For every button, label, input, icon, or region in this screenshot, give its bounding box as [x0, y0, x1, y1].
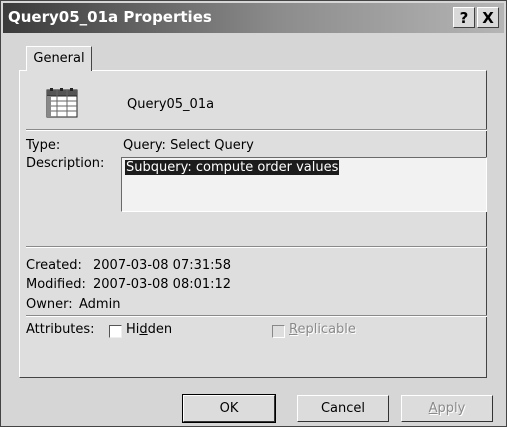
description-field[interactable]: Subquery: compute order values: [121, 157, 487, 212]
query-datasheet-icon: [45, 88, 83, 119]
separator: [26, 315, 487, 317]
apply-button[interactable]: Apply: [401, 395, 493, 422]
properties-dialog: Query05_01a Properties ? X General Query…: [0, 0, 507, 427]
owner-label: Owner:: [26, 297, 73, 312]
modified-label: Modified:: [26, 277, 86, 292]
tab-general[interactable]: General: [26, 46, 92, 71]
object-name: Query05_01a: [127, 97, 215, 112]
dialog-title: Query05_01a Properties: [8, 8, 212, 26]
hidden-label[interactable]: Hidden: [126, 322, 172, 337]
description-text: Subquery: compute order values: [125, 160, 340, 175]
description-label: Description:: [26, 156, 105, 171]
modified-value: 2007-03-08 08:01:12: [93, 277, 232, 292]
title-bar[interactable]: Query05_01a Properties ? X: [3, 3, 504, 33]
ok-button[interactable]: OK: [182, 394, 276, 423]
separator: [26, 129, 487, 131]
help-button[interactable]: ?: [453, 7, 475, 28]
cancel-button[interactable]: Cancel: [297, 395, 389, 422]
replicable-label: Replicable: [289, 322, 356, 337]
type-label: Type:: [26, 138, 61, 153]
separator: [26, 246, 487, 248]
owner-value: Admin: [79, 297, 121, 312]
replicable-checkbox[interactable]: [272, 325, 285, 338]
created-value: 2007-03-08 07:31:58: [93, 258, 232, 273]
close-button[interactable]: X: [477, 7, 499, 28]
type-value: Query: Select Query: [123, 138, 254, 153]
attributes-label: Attributes:: [26, 322, 95, 337]
hidden-checkbox[interactable]: [109, 325, 122, 338]
created-label: Created:: [26, 258, 82, 273]
